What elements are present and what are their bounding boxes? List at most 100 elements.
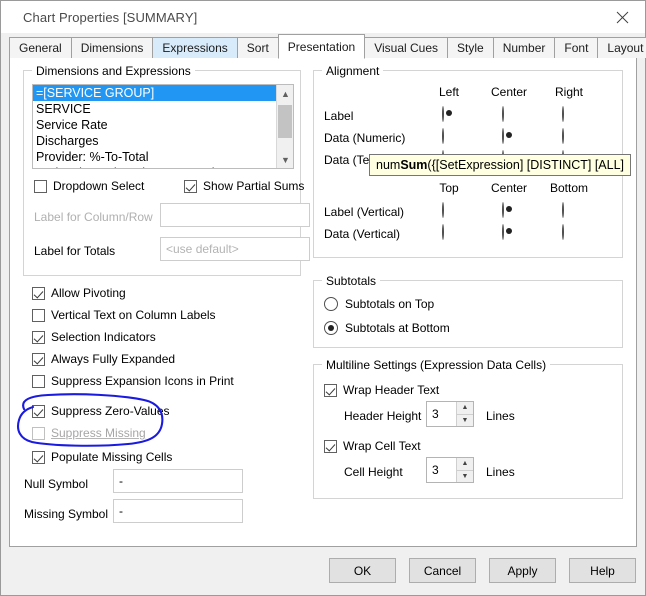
populate-missing-cells-checkbox[interactable]: Populate Missing Cells [32, 450, 172, 464]
presentation-page: Dimensions and Expressions =[SERVICE GRO… [9, 58, 637, 547]
window-title: Chart Properties [SUMMARY] [23, 9, 198, 25]
spinner-up-icon[interactable]: ▲ [457, 458, 473, 471]
align-data-numeric-left-radio[interactable] [442, 128, 456, 144]
tab-visual-cues[interactable]: Visual Cues [364, 37, 449, 58]
stepper-buttons[interactable]: ▲ ▼ [456, 458, 473, 482]
vertical-text-on-column-labels-checkbox[interactable]: Vertical Text on Column Labels [32, 308, 216, 322]
radio-dot [562, 224, 564, 240]
group-legend: Multiline Settings (Expression Data Cell… [322, 358, 551, 372]
checkbox-label: Populate Missing Cells [51, 450, 173, 464]
spinner-up-icon[interactable]: ▲ [457, 402, 473, 415]
always-fully-expanded-checkbox[interactable]: Always Fully Expanded [32, 352, 175, 366]
list-item[interactable]: =[SERVICE GROUP] [33, 85, 293, 101]
suppress-zero-values-checkbox[interactable]: Suppress Zero-Values [32, 404, 170, 418]
tab-layout[interactable]: Layout [597, 37, 646, 58]
list-item[interactable]: Discharges [33, 133, 293, 149]
tab-label: Layout [607, 41, 644, 55]
valign-label-top-radio[interactable] [442, 202, 456, 218]
tab-sort[interactable]: Sort [236, 37, 279, 58]
checkbox-label: Selection Indicators [51, 330, 156, 344]
checkbox-box [34, 179, 47, 193]
group-legend: Subtotals [322, 274, 381, 288]
list-item[interactable]: Provider: %-To-Total [33, 149, 293, 165]
tooltip-suffix: ({[SetExpression] [DISTINCT] [ALL] [427, 158, 625, 172]
stepper-buttons[interactable]: ▲ ▼ [456, 402, 473, 426]
tab-presentation[interactable]: Presentation [277, 34, 366, 59]
checkbox-box [184, 179, 197, 193]
dimensions-listbox[interactable]: =[SERVICE GROUP] SERVICE Service Rate Di… [32, 84, 294, 169]
checkbox-label: Suppress Zero-Values [51, 404, 170, 418]
selection-indicators-checkbox[interactable]: Selection Indicators [32, 330, 156, 344]
radio-label: Subtotals at Bottom [345, 321, 450, 335]
radio-dot [442, 224, 444, 240]
spinner-down-icon[interactable]: ▼ [457, 414, 473, 426]
list-item[interactable]: National Benchmark: %-To-Total [33, 165, 293, 168]
radio-dot [442, 106, 444, 122]
checkbox-label: Dropdown Select [53, 179, 145, 193]
header-height-label: Header Height [344, 409, 422, 423]
align-label-center-radio[interactable] [502, 106, 516, 122]
subtotals-on-top-radio[interactable]: Subtotals on Top [324, 297, 434, 311]
valign-header-center: Center [490, 181, 528, 195]
tab-general[interactable]: General [9, 37, 72, 58]
align-label-right-radio[interactable] [562, 106, 576, 122]
tab-label: Font [564, 41, 589, 55]
allow-pivoting-checkbox[interactable]: Allow Pivoting [32, 286, 126, 300]
tab-label: Sort [246, 41, 269, 55]
chevron-up-icon[interactable]: ▲ [277, 85, 293, 102]
dropdown-select-checkbox[interactable]: Dropdown Select [34, 179, 144, 193]
header-height-stepper[interactable]: 3 ▲ ▼ [426, 401, 474, 427]
cancel-button[interactable]: Cancel [409, 558, 476, 583]
radio-dot [502, 224, 504, 240]
list-item[interactable]: SERVICE [33, 101, 293, 117]
missing-symbol-input[interactable]: - [113, 499, 243, 523]
align-header-left: Left [438, 85, 459, 99]
close-icon[interactable] [607, 5, 637, 29]
tab-number[interactable]: Number [492, 37, 556, 58]
title-bar: Chart Properties [SUMMARY] [1, 1, 645, 33]
align-header-right: Right [554, 85, 583, 99]
align-data-numeric-center-radio[interactable] [502, 128, 516, 144]
chevron-down-icon[interactable]: ▼ [277, 151, 293, 168]
suppress-expansion-icons-in-print-checkbox[interactable]: Suppress Expansion Icons in Print [32, 374, 234, 388]
label-for-totals-input[interactable]: <use default> [160, 237, 310, 261]
valign-data-top-radio[interactable] [442, 224, 456, 240]
header-height-unit: Lines [486, 409, 515, 423]
align-row-label-label: Label [324, 109, 354, 123]
cell-height-value: 3 [432, 463, 439, 477]
radio-dot [502, 202, 504, 218]
null-symbol-input[interactable]: - [113, 469, 243, 493]
checkbox-box [32, 330, 45, 344]
valign-label-center-radio[interactable] [502, 202, 516, 218]
checkbox-box [324, 439, 337, 453]
radio-label: Subtotals on Top [345, 297, 435, 311]
cell-height-stepper[interactable]: 3 ▲ ▼ [426, 457, 474, 483]
multiline-settings-group: Multiline Settings (Expression Data Cell… [313, 358, 623, 499]
wrap-cell-text-checkbox[interactable]: Wrap Cell Text [324, 439, 421, 453]
ok-button[interactable]: OK [329, 558, 396, 583]
show-partial-sums-checkbox[interactable]: Show Partial Sums [184, 179, 304, 193]
help-button[interactable]: Help [569, 558, 636, 583]
null-symbol-label: Null Symbol [24, 477, 89, 491]
align-data-numeric-right-radio[interactable] [562, 128, 576, 144]
checkbox-box [32, 352, 45, 366]
valign-data-center-radio[interactable] [502, 224, 516, 240]
listbox-scrollbar[interactable]: ▲ ▼ [276, 85, 293, 168]
align-label-left-radio[interactable] [442, 106, 456, 122]
subtotals-at-bottom-radio[interactable]: Subtotals at Bottom [324, 321, 450, 335]
tab-dimensions[interactable]: Dimensions [70, 37, 154, 58]
cell-height-unit: Lines [486, 465, 515, 479]
label-for-column-row-input[interactable] [160, 203, 310, 227]
tooltip-bold: Sum [400, 158, 428, 172]
checkbox-box [32, 450, 45, 464]
list-item[interactable]: Service Rate [33, 117, 293, 133]
wrap-header-text-checkbox[interactable]: Wrap Header Text [324, 383, 439, 397]
tab-font[interactable]: Font [554, 37, 599, 58]
valign-label-bottom-radio[interactable] [562, 202, 576, 218]
tab-expressions[interactable]: Expressions [152, 37, 238, 58]
valign-data-bottom-radio[interactable] [562, 224, 576, 240]
scrollbar-thumb[interactable] [278, 105, 292, 138]
spinner-down-icon[interactable]: ▼ [457, 470, 473, 482]
apply-button[interactable]: Apply [489, 558, 556, 583]
tab-style[interactable]: Style [447, 37, 494, 58]
